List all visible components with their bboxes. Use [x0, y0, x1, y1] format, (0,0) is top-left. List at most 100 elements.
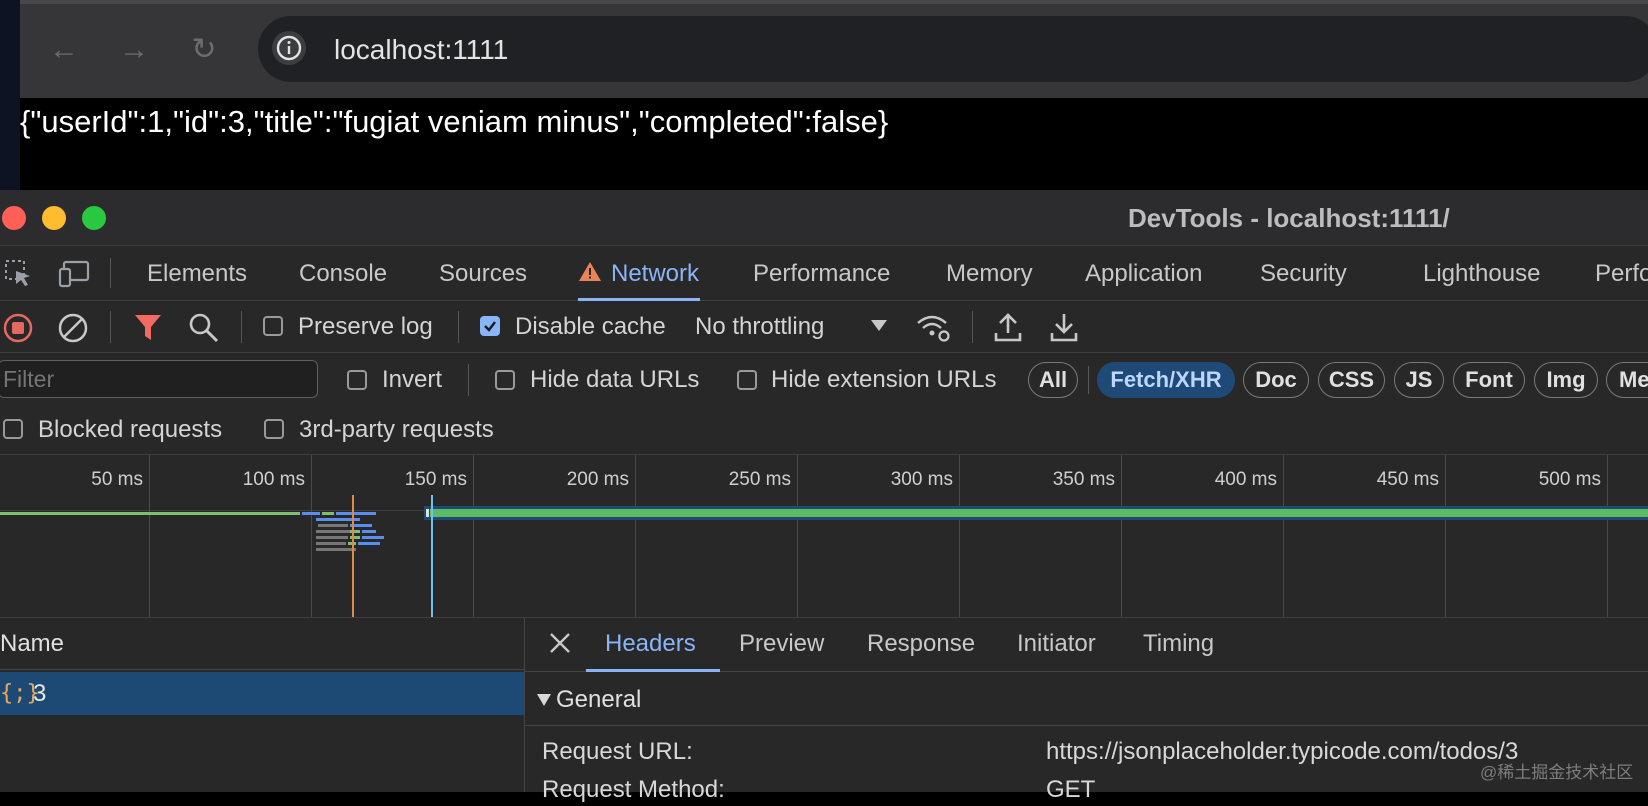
blocked-requests-checkbox[interactable] [3, 419, 23, 439]
timeline-bar [316, 530, 350, 533]
tab-sources[interactable]: Sources [439, 258, 527, 290]
timeline-bar [316, 536, 348, 539]
timeline-bar [362, 536, 384, 539]
clear-icon[interactable] [57, 312, 89, 349]
network-conditions-icon[interactable] [916, 312, 952, 349]
timeline-bar [426, 509, 429, 517]
back-icon[interactable]: ← [42, 28, 86, 72]
page-json-content: {"userId":1,"id":3,"title":"fugiat venia… [20, 104, 889, 139]
invert-label: Invert [382, 366, 443, 393]
request-name[interactable]: 3 [33, 678, 46, 710]
hide-extension-urls-label: Hide extension URLs [771, 366, 997, 393]
request-method-value: GET [1046, 776, 1096, 803]
tab-memory[interactable]: Memory [946, 258, 1033, 290]
disable-cache-label: Disable cache [515, 313, 666, 340]
chip-js[interactable]: JS [1394, 362, 1444, 398]
request-url-label: Request URL: [542, 738, 693, 765]
tab-security[interactable]: Security [1260, 258, 1347, 290]
close-window-button[interactable] [2, 206, 26, 230]
tab-response[interactable]: Response [867, 628, 975, 660]
reload-icon[interactable]: ↻ [182, 28, 226, 72]
invert-checkbox[interactable] [347, 370, 367, 390]
divider [110, 258, 111, 288]
chip-css[interactable]: CSS [1318, 362, 1385, 398]
timeline-bar [358, 542, 380, 545]
preserve-log-label: Preserve log [298, 313, 433, 340]
zoom-window-button[interactable] [82, 206, 106, 230]
preserve-log-checkbox[interactable] [263, 316, 283, 336]
third-party-requests-label: 3rd-party requests [299, 416, 494, 443]
divider [458, 311, 459, 343]
tab-application[interactable]: Application [1085, 258, 1202, 290]
general-section-header[interactable] [525, 672, 1648, 726]
dom-content-loaded-marker [352, 495, 354, 617]
device-toolbar-icon[interactable] [58, 259, 92, 294]
timeline-bar [302, 512, 320, 515]
tab-initiator[interactable]: Initiator [1017, 628, 1096, 660]
close-icon[interactable] [547, 630, 573, 661]
chevron-down-icon[interactable] [870, 318, 888, 337]
timeline-bar [350, 530, 360, 533]
inspect-element-icon[interactable] [4, 259, 34, 294]
disable-cache-checkbox[interactable] [480, 316, 500, 336]
third-party-requests-checkbox[interactable] [264, 419, 284, 439]
chip-all[interactable]: All [1028, 362, 1078, 398]
name-column-header[interactable] [0, 618, 525, 670]
import-har-icon[interactable] [993, 311, 1023, 348]
tab-headers[interactable]: Headers [605, 628, 696, 660]
timeline-bar [350, 536, 360, 539]
divider [110, 311, 111, 343]
tab-preview[interactable]: Preview [739, 628, 824, 660]
chip-fetch-xhr[interactable]: Fetch/XHR [1097, 362, 1235, 398]
hide-data-urls-label: Hide data URLs [530, 366, 700, 393]
throttling-select[interactable]: No throttling [695, 311, 824, 343]
chip-media[interactable]: Me [1606, 362, 1648, 398]
timeline-waterfall [0, 495, 1648, 617]
request-row[interactable] [0, 672, 524, 715]
desktop-edge [0, 0, 20, 190]
divider [972, 311, 973, 343]
timeline-bar [316, 548, 356, 551]
tab-lighthouse[interactable]: Lighthouse [1423, 258, 1540, 290]
tab-console[interactable]: Console [299, 258, 387, 290]
url-text[interactable]: localhost:1111 [334, 30, 508, 70]
filter-input[interactable] [0, 360, 318, 398]
hide-data-urls-checkbox[interactable] [495, 370, 515, 390]
blocked-requests-label: Blocked requests [38, 416, 223, 443]
divider [468, 364, 469, 396]
divider [1088, 366, 1089, 394]
name-column-label: Name [0, 630, 65, 657]
divider [241, 311, 242, 343]
chip-font[interactable]: Font [1453, 362, 1525, 398]
triangle-down-icon[interactable] [536, 693, 552, 712]
request-url-value: https://jsonplaceholder.typicode.com/tod… [1046, 738, 1519, 765]
chip-doc[interactable]: Doc [1243, 362, 1309, 398]
site-info-icon[interactable] [272, 31, 306, 65]
warning-icon [578, 260, 602, 289]
forward-icon[interactable]: → [112, 28, 156, 72]
timeline-bar [318, 524, 348, 527]
timeline-bar [0, 512, 300, 515]
request-filter-options [0, 403, 1648, 455]
timeline-bar [322, 512, 334, 515]
tab-timing[interactable]: Timing [1143, 628, 1214, 660]
tab-performance-insights[interactable]: Perfo [1595, 258, 1648, 290]
filter-icon[interactable] [134, 313, 162, 348]
hide-extension-urls-checkbox[interactable] [737, 370, 757, 390]
watermark: @稀土掘金技术社区 [1480, 763, 1634, 782]
tab-network[interactable]: Network [611, 258, 699, 290]
minimize-window-button[interactable] [42, 206, 66, 230]
tab-elements[interactable]: Elements [147, 258, 247, 290]
request-method-label: Request Method: [542, 776, 725, 803]
general-section-title: General [556, 686, 642, 713]
stop-recording-icon[interactable] [2, 312, 34, 349]
chip-img[interactable]: Img [1534, 362, 1598, 398]
devtools-title: DevTools - localhost:1111/ [1128, 203, 1450, 233]
timeline-bar [362, 530, 376, 533]
load-marker [431, 495, 433, 617]
timeline-bar [316, 542, 346, 545]
search-icon[interactable] [188, 312, 220, 349]
tab-performance[interactable]: Performance [753, 258, 890, 290]
timeline-bar [430, 509, 1648, 517]
export-har-icon[interactable] [1049, 311, 1079, 348]
